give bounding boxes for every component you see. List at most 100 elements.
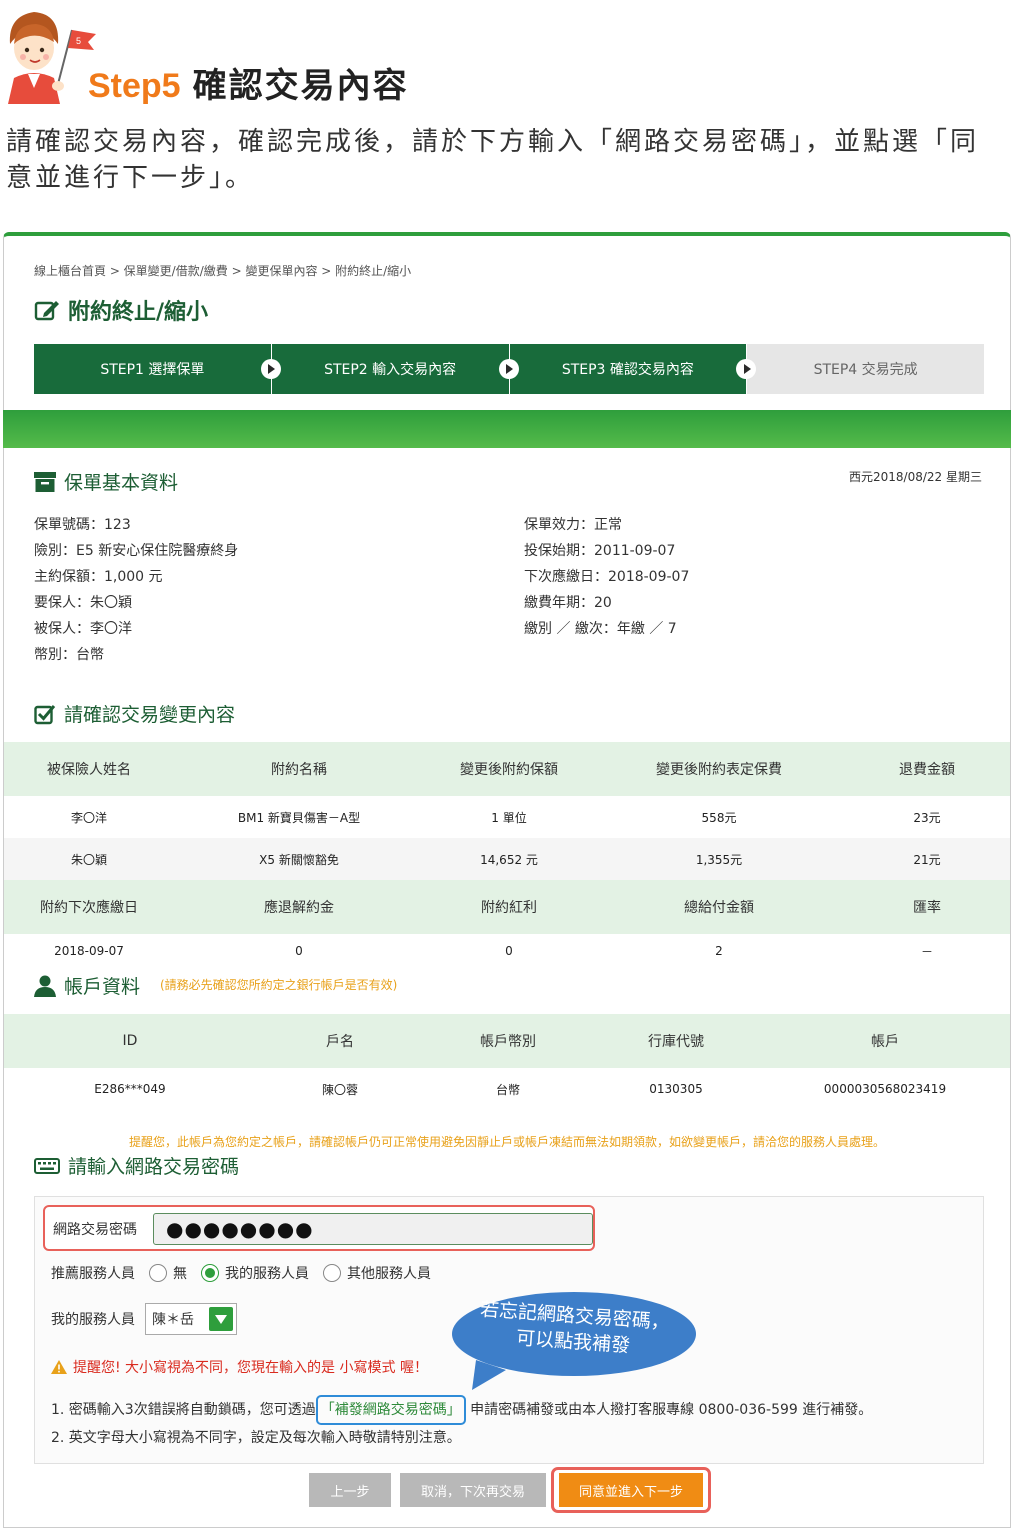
column-header: 戶名 [256, 1014, 424, 1068]
currency: 幣別：台幣 [34, 647, 104, 663]
policy-status: 保單效力：正常 [524, 517, 622, 533]
table-header-row: 被保險人姓名 附約名稱 變更後附約保額 變更後附約表定保費 退費金額 [4, 742, 1010, 796]
radio-none[interactable] [149, 1264, 167, 1282]
reissue-password-link[interactable]: 「補發網路交易密碼」 [315, 1395, 466, 1425]
breadcrumb[interactable]: 線上櫃台首頁 > 保單變更/借款/繳費 > 變更保單內容 > 附約終止/縮小 [34, 262, 411, 279]
account-note: (請務必先確認您所約定之銀行帳戶是否有效) [160, 978, 398, 992]
policy-number: 保單號碼：123 [34, 517, 131, 533]
referral-label: 推薦服務人員 [51, 1266, 135, 1282]
payment-years: 繳費年期：20 [524, 595, 612, 611]
warning-icon [51, 1360, 67, 1374]
step-2-label: STEP2 輸入交易內容 [324, 362, 457, 378]
account-section-title: 帳戶資料 [34, 972, 140, 999]
mascot-illustration: 5 [8, 12, 96, 104]
caps-warning-text: 提醒您! 大小寫視為不同，您現在輸入的是 小寫模式 喔！ [73, 1360, 428, 1376]
chevron-down-icon[interactable] [209, 1307, 233, 1331]
step-1: STEP1 選擇保單 [34, 344, 281, 394]
mascot-flag-number: 5 [76, 36, 81, 46]
my-agent-label: 我的服務人員 [51, 1312, 135, 1328]
tutorial-description: 請確認交易內容，確認完成後，請於下方輸入「網路交易密碼」，並點選「同意並進行下一… [6, 127, 980, 193]
column-header: ID [4, 1014, 256, 1068]
agree-next-button[interactable]: 同意並進入下一步 [559, 1473, 703, 1507]
policy-section-title: 保單基本資料 [34, 468, 178, 495]
keyboard-icon [34, 1157, 60, 1174]
transaction-date: 西元2018/08/22 星期三 [849, 470, 982, 484]
table-cell: 23元 [913, 810, 941, 825]
table-row: 朱〇穎 X5 新關懷豁免 14,652 元 1,355元 21元 [4, 838, 1010, 880]
user-icon [34, 975, 56, 997]
table-header-row: 附約下次應繳日 應退解約金 附約紅利 總給付金額 匯率 [4, 880, 1010, 934]
insured-person: 被保人：李〇洋 [34, 621, 132, 637]
table-row: 李〇洋 BM1 新寶貝傷害－A型 1 單位 558元 23元 [4, 796, 1010, 838]
table-cell: 朱〇穎 [4, 838, 174, 880]
table-cell: 21元 [844, 838, 1010, 880]
archive-box-icon [34, 471, 56, 492]
column-header: 被保險人姓名 [4, 742, 174, 796]
my-agent-value: 陳＊岳 [152, 1312, 194, 1328]
table-cell: 1,355元 [594, 838, 844, 880]
table-cell: 14,652 元 [424, 838, 594, 880]
password-section-title-text: 請輸入網路交易密碼 [68, 1156, 240, 1178]
policy-start-date: 投保始期：2011-09-07 [524, 543, 676, 559]
note1-suffix: 申請密碼補發或由本人撥打客服專線 0800-036-599 進行補發。 [470, 1402, 873, 1418]
password-input[interactable]: ●●●●●●●● [153, 1213, 593, 1245]
column-header: 變更後附約保額 [424, 742, 594, 796]
policy-section-title-text: 保單基本資料 [64, 472, 179, 494]
policy-type: 險別：E5 新安心保住院醫療終身 [34, 543, 239, 559]
table-cell: 0 [505, 944, 513, 958]
step-3: STEP3 確認交易內容 [508, 344, 757, 394]
tutorial-step-number: Step5 [88, 67, 181, 105]
column-header: 附約名稱 [174, 742, 424, 796]
table-cell: 1 單位 [491, 810, 527, 825]
step-arrow-icon [260, 359, 281, 379]
table-cell: 2 [715, 944, 723, 958]
my-agent-select[interactable]: 陳＊岳 [145, 1303, 237, 1335]
column-header: 匯率 [844, 880, 1010, 934]
step-3-label: STEP3 確認交易內容 [561, 362, 694, 378]
change-table: 被保險人姓名 附約名稱 變更後附約保額 變更後附約表定保費 退費金額 李〇洋 B… [4, 742, 1010, 968]
checkbox-checked-icon [34, 704, 56, 724]
table-cell: E286***049 [94, 1082, 166, 1096]
table-cell: 李〇洋 [70, 810, 107, 825]
password-field-highlight: 網路交易密碼 ●●●●●●●● [43, 1205, 595, 1251]
table-cell: X5 新關懷豁免 [174, 838, 424, 880]
table-cell: 0130305 [649, 1082, 703, 1096]
progress-steps: STEP1 選擇保單 STEP2 輸入交易內容 STEP3 確認交易內容 STE… [34, 344, 984, 394]
policy-info-left: 保單號碼：123 險別：E5 新安心保住院醫療終身 主約保額：1,000 元 要… [34, 512, 238, 668]
column-header: 退費金額 [844, 742, 1010, 796]
radio-other-agent[interactable] [323, 1264, 341, 1282]
password-label: 網路交易密碼 [53, 1222, 137, 1238]
change-section-title-text: 請確認交易變更內容 [64, 704, 236, 726]
policy-holder: 要保人：朱〇穎 [34, 595, 132, 611]
column-header: 附約紅利 [424, 880, 594, 934]
previous-step-button[interactable]: 上一步 [309, 1473, 391, 1507]
referral-radio-group: 推薦服務人員 無 我的服務人員 其他服務人員 [51, 1263, 431, 1283]
radio-my-agent[interactable] [201, 1264, 219, 1282]
radio-my-agent-label: 我的服務人員 [225, 1266, 309, 1282]
table-row: E286***049 陳〇蓉 台幣 0130305 00000305680234… [4, 1068, 1010, 1110]
step-1-label: STEP1 選擇保單 [100, 362, 205, 378]
column-header: 應退解約金 [174, 880, 424, 934]
radio-none-label: 無 [173, 1266, 187, 1282]
cancel-button[interactable]: 取消，下次再交易 [400, 1473, 546, 1507]
column-header: 變更後附約表定保費 [594, 742, 844, 796]
page-title: 附約終止/縮小 [34, 294, 208, 326]
table-cell: － [920, 944, 933, 959]
table-header-row: ID 戶名 帳戶幣別 行庫代號 帳戶 [4, 1014, 1010, 1068]
account-section-title-text: 帳戶資料 [64, 976, 141, 998]
radio-other-agent-label: 其他服務人員 [347, 1266, 431, 1282]
step-4: STEP4 交易完成 [746, 344, 984, 394]
note1-prefix: 1. 密碼輸入3次錯誤將自動鎖碼，您可透過 [51, 1402, 316, 1418]
column-header: 總給付金額 [594, 880, 844, 934]
main-coverage: 主約保額：1,000 元 [34, 569, 163, 585]
section-divider-band [3, 410, 1011, 448]
table-row: 2018-09-07 0 0 2 － [4, 934, 1010, 968]
page-title-text: 附約終止/縮小 [68, 300, 209, 325]
account-table: ID 戶名 帳戶幣別 行庫代號 帳戶 E286***049 陳〇蓉 台幣 013… [4, 1014, 1010, 1110]
tutorial-step-title: Step5 確認交易內容 [88, 58, 409, 107]
password-section-title: 請輸入網路交易密碼 [34, 1152, 239, 1179]
payment-frequency: 繳別 ／ 繳次：年繳 ／ 7 [524, 621, 677, 637]
table-cell: 0 [295, 944, 303, 958]
tutorial-header: 5 Step5 確認交易內容 請確認交易內容，確認完成後，請於下方輸入「網路交易密… [0, 0, 1013, 193]
column-header: 帳戶幣別 [424, 1014, 592, 1068]
